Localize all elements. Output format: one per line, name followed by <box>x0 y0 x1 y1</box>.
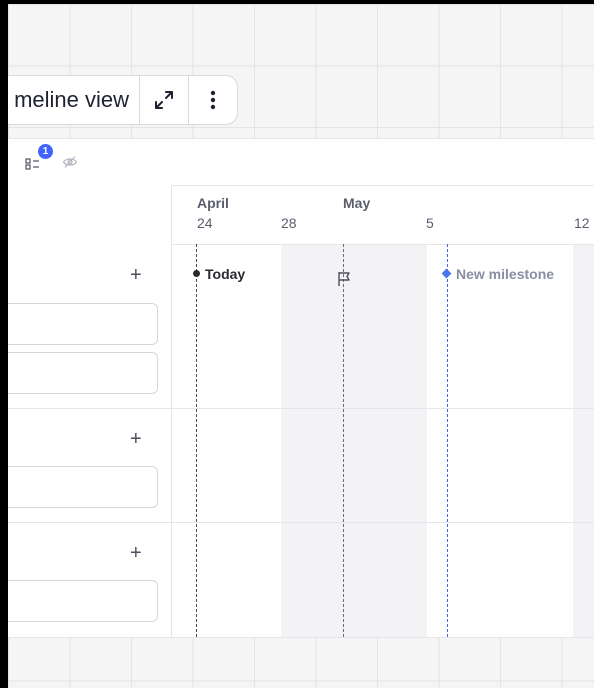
shaded-period <box>573 244 594 637</box>
milestone-diamond-icon <box>441 268 452 279</box>
flag-line <box>343 244 344 637</box>
swimlane-label-column: + + + <box>8 185 172 637</box>
swimlane-divider <box>8 522 171 523</box>
add-item-button[interactable]: + <box>130 265 142 285</box>
add-item-button[interactable]: + <box>130 429 142 449</box>
milestone-label[interactable]: New milestone <box>456 266 554 282</box>
window-left-edge <box>0 0 8 688</box>
swimlane-card[interactable] <box>8 303 158 345</box>
more-options-button[interactable] <box>189 75 237 125</box>
expand-arrows-icon <box>155 91 173 109</box>
window-top-edge <box>0 0 594 4</box>
more-vertical-icon <box>210 90 216 110</box>
swimlane-card[interactable] <box>8 352 158 394</box>
shaded-period <box>281 244 427 637</box>
day-label: 24 <box>197 215 213 231</box>
filter-count-badge: 1 <box>38 144 53 159</box>
today-label: Today <box>205 266 246 282</box>
month-label: April <box>197 195 229 211</box>
timeline-board: 1 April May 24 28 5 12 + + + Today New m… <box>8 138 594 638</box>
today-line <box>196 244 197 637</box>
board-title[interactable]: meline view <box>0 87 139 113</box>
day-label: 5 <box>426 215 434 231</box>
day-label: 28 <box>281 215 297 231</box>
swimlane-divider <box>8 408 171 409</box>
eye-off-icon[interactable] <box>62 154 78 170</box>
add-item-button[interactable]: + <box>130 543 142 563</box>
milestone-line <box>447 244 448 637</box>
swimlane-card[interactable] <box>8 466 158 508</box>
flag-icon[interactable] <box>337 271 351 287</box>
timeline-toolbar: 1 <box>8 139 594 186</box>
month-label: May <box>343 195 371 211</box>
day-label: 12 <box>574 215 590 231</box>
swimlane-card[interactable] <box>8 580 158 622</box>
board-title-toolbar: meline view <box>0 75 238 125</box>
expand-button[interactable] <box>140 75 188 125</box>
today-marker-dot <box>193 270 200 277</box>
